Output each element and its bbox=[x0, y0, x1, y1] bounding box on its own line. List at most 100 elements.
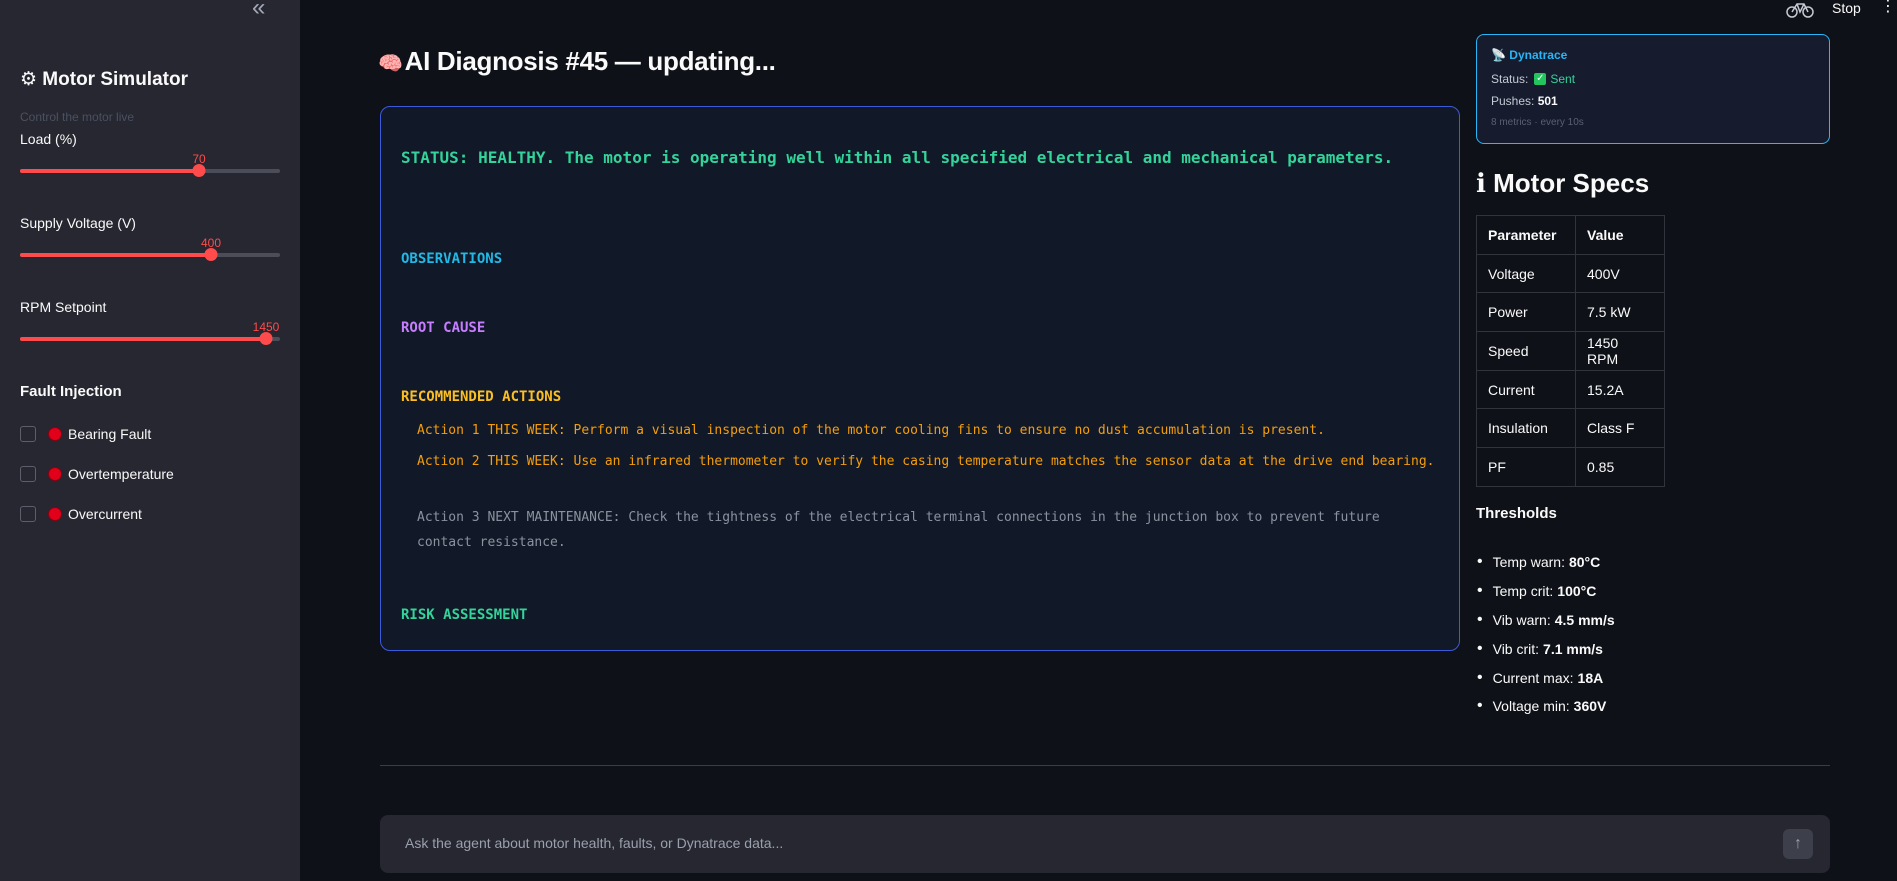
parameter-cell: Voltage bbox=[1476, 253, 1576, 294]
list-item: Current max:18A bbox=[1476, 663, 1615, 692]
value-cell: 1450 RPM bbox=[1575, 331, 1665, 371]
load-slider[interactable]: Load (%) 70 bbox=[20, 131, 280, 201]
slider-fill bbox=[20, 253, 211, 257]
checkbox-label: Overtemperature bbox=[68, 466, 174, 482]
slider-track[interactable] bbox=[20, 253, 280, 257]
value-cell: 0.85 bbox=[1575, 447, 1665, 487]
threshold-value: 4.5 mm/s bbox=[1554, 611, 1615, 628]
sidebar: « ⚙ Motor Simulator Control the motor li… bbox=[0, 0, 300, 881]
sidebar-caption: Control the motor live bbox=[20, 110, 135, 124]
slider-fill bbox=[20, 337, 266, 341]
table-row: Speed 1450 RPM bbox=[1476, 331, 1665, 371]
table-header-row: Parameter Value bbox=[1476, 215, 1665, 255]
chat-input[interactable]: Ask the agent about motor health, faults… bbox=[380, 815, 1830, 873]
list-item: Vib warn:4.5 mm/s bbox=[1476, 606, 1615, 635]
column-header: Parameter bbox=[1476, 215, 1576, 255]
satellite-icon: 📡 bbox=[1491, 48, 1506, 62]
threshold-value: 7.1 mm/s bbox=[1543, 640, 1603, 657]
thresholds-list: Temp warn:80°C Temp crit:100°C Vib warn:… bbox=[1476, 548, 1615, 721]
status-label: Status: bbox=[1491, 72, 1529, 86]
parameter-cell: Power bbox=[1476, 292, 1576, 333]
dynatrace-card: 📡 Dynatrace Status: ✓ Sent Pushes: 501 8… bbox=[1476, 34, 1830, 144]
slider-track[interactable] bbox=[20, 169, 280, 173]
checkbox-box[interactable] bbox=[20, 506, 36, 522]
motor-specs-table: Parameter Value Voltage 400V Power 7.5 k… bbox=[1476, 215, 1665, 487]
threshold-value: 80°C bbox=[1568, 554, 1601, 571]
threshold-label: Temp warn: bbox=[1492, 554, 1565, 571]
slider-track[interactable] bbox=[20, 337, 280, 341]
slider-label: Supply Voltage (V) bbox=[20, 215, 136, 231]
list-item: Vib crit:7.1 mm/s bbox=[1476, 634, 1615, 663]
table-row: PF 0.85 bbox=[1476, 447, 1665, 487]
rpm-setpoint-slider[interactable]: RPM Setpoint 1450 bbox=[20, 299, 280, 369]
value-cell: Class F bbox=[1575, 408, 1665, 449]
threshold-value: 18A bbox=[1577, 669, 1604, 686]
slider-fill bbox=[20, 169, 199, 173]
table-row: Voltage 400V bbox=[1476, 253, 1665, 294]
slider-label: Load (%) bbox=[20, 131, 77, 147]
page-title-text: AI Diagnosis #45 — updating... bbox=[404, 46, 776, 76]
motor-specs-title: Motor Specs bbox=[1493, 168, 1650, 198]
bicycle-icon bbox=[1786, 3, 1814, 18]
threshold-value: 360V bbox=[1573, 698, 1607, 715]
list-item: Temp warn:80°C bbox=[1476, 548, 1615, 577]
slider-thumb[interactable] bbox=[192, 164, 206, 177]
brain-icon: 🧠 bbox=[378, 53, 403, 75]
recommended-actions-heading: RECOMMENDED ACTIONS bbox=[401, 389, 562, 405]
page-title: 🧠AI Diagnosis #45 — updating... bbox=[378, 46, 776, 77]
send-arrow-icon[interactable]: ↑ bbox=[1783, 829, 1813, 859]
checkbox-box[interactable] bbox=[20, 426, 36, 442]
pushes-value: 501 bbox=[1537, 94, 1558, 108]
list-item: Voltage min:360V bbox=[1476, 692, 1615, 721]
parameter-cell: PF bbox=[1476, 447, 1576, 487]
pushes-label: Pushes: bbox=[1491, 94, 1535, 108]
main-menu-icon[interactable]: ⋮ bbox=[1880, 0, 1896, 16]
dynatrace-pushes: Pushes: 501 bbox=[1491, 94, 1558, 108]
threshold-value: 100°C bbox=[1557, 583, 1597, 600]
bearing-fault-checkbox[interactable]: Bearing Fault bbox=[20, 424, 151, 444]
stop-button[interactable]: Stop bbox=[1832, 0, 1861, 16]
red-circle-icon bbox=[48, 427, 62, 441]
slider-thumb[interactable] bbox=[259, 332, 273, 345]
threshold-label: Current max: bbox=[1492, 669, 1574, 686]
slider-thumb[interactable] bbox=[204, 248, 218, 261]
status-line: STATUS: HEALTHY. The motor is operating … bbox=[401, 148, 1394, 167]
action-item: Action 2 THIS WEEK: Use an infrared ther… bbox=[417, 454, 1435, 469]
value-cell: 15.2A bbox=[1575, 369, 1665, 410]
sidebar-title: ⚙ Motor Simulator bbox=[20, 69, 188, 90]
risk-assessment-heading: RISK ASSESSMENT bbox=[401, 607, 528, 623]
parameter-cell: Speed bbox=[1476, 331, 1576, 371]
dynatrace-meta: 8 metrics · every 10s bbox=[1491, 117, 1584, 128]
diagnosis-panel: STATUS: HEALTHY. The motor is operating … bbox=[380, 106, 1460, 651]
dynatrace-status: Status: ✓ Sent bbox=[1491, 72, 1575, 86]
root-cause-heading: ROOT CAUSE bbox=[401, 320, 486, 336]
column-header: Value bbox=[1575, 215, 1665, 255]
check-mark-icon: ✓ bbox=[1534, 73, 1547, 85]
red-circle-icon bbox=[48, 467, 62, 481]
chat-input-placeholder[interactable]: Ask the agent about motor health, faults… bbox=[405, 835, 783, 851]
action-item: Action 3 NEXT MAINTENANCE: Check the tig… bbox=[417, 510, 1380, 550]
table-row: Insulation Class F bbox=[1476, 408, 1665, 449]
checkbox-box[interactable] bbox=[20, 466, 36, 482]
table-row: Current 15.2A bbox=[1476, 369, 1665, 410]
parameter-cell: Current bbox=[1476, 369, 1576, 410]
thresholds-heading: Thresholds bbox=[1476, 505, 1557, 522]
divider bbox=[380, 765, 1830, 766]
parameter-cell: Insulation bbox=[1476, 408, 1576, 449]
threshold-label: Voltage min: bbox=[1492, 698, 1570, 715]
table-row: Power 7.5 kW bbox=[1476, 292, 1665, 333]
threshold-label: Vib crit: bbox=[1492, 640, 1540, 657]
overtemperature-checkbox[interactable]: Overtemperature bbox=[20, 464, 174, 484]
overcurrent-checkbox[interactable]: Overcurrent bbox=[20, 504, 142, 524]
observations-heading: OBSERVATIONS bbox=[401, 251, 503, 267]
collapse-sidebar-icon[interactable]: « bbox=[252, 0, 276, 20]
motor-specs-heading: ℹ Motor Specs bbox=[1476, 168, 1649, 199]
dynatrace-heading: 📡 Dynatrace bbox=[1491, 48, 1567, 62]
action-item: Action 1 THIS WEEK: Perform a visual ins… bbox=[417, 423, 1325, 438]
value-cell: 400V bbox=[1575, 253, 1665, 294]
fault-injection-heading: Fault Injection bbox=[20, 383, 122, 400]
status-value: Sent bbox=[1550, 72, 1576, 86]
value-cell: 7.5 kW bbox=[1575, 292, 1665, 333]
threshold-label: Vib warn: bbox=[1492, 611, 1551, 628]
supply-voltage-slider[interactable]: Supply Voltage (V) 400 bbox=[20, 215, 280, 285]
